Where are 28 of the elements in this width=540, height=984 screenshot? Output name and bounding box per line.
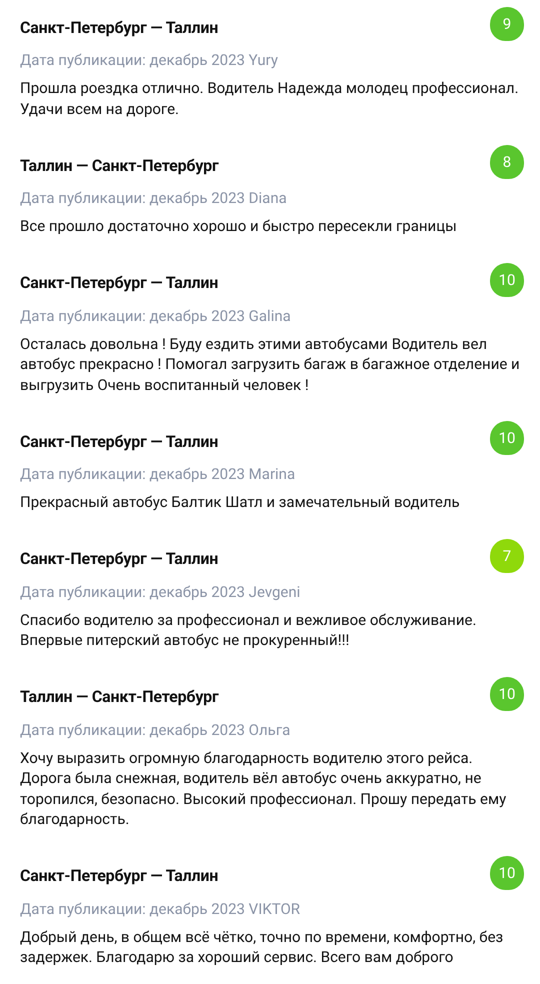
route-title: Санкт-Петербург — Таллин <box>20 432 218 450</box>
review-text: Прошла роездка отлично. Водитель Надежда молодец профессионал. Удачи всем на дороге. <box>20 78 520 119</box>
route-title: Санкт-Петербург — Таллин <box>20 273 218 292</box>
publication-info: Дата публикации: декабрь 2023 Marina <box>20 464 296 484</box>
rating-badge: 9 <box>490 7 524 41</box>
review-text: Хочу выразить огромную благодарность водителю этого рейса. Дорога была снежная, водитель вёл автобус очень аккуратно, не торопился, безопасно. Высокий профессионал. Прошу передать ему благодарность. <box>20 748 508 830</box>
publication-info: Дата публикации: декабрь 2023 Diana <box>20 188 288 208</box>
route-title: Таллин — Санкт-Петербург <box>20 687 218 706</box>
rating-badge: 8 <box>490 145 524 179</box>
rating-badge: 10 <box>490 421 524 455</box>
rating-badge: 10 <box>490 856 524 890</box>
rating-badge: 7 <box>490 538 524 572</box>
rating-badge: 10 <box>490 676 524 710</box>
review-text: Добрый день, в общем всё чётко, точно по времени, комфортно, без задержек. Благодарю за хороший сервис. Всего вам доброго <box>20 926 504 968</box>
review-text: Прекрасный автобус Балтик Шатл и замечательный водитель <box>20 492 461 512</box>
route-title: Санкт-Петербург — Таллин <box>20 866 218 885</box>
review-text: Спасибо водителю за профессионал и вежливое обслуживание. Впервые питерский автобус не прокуренный!!! <box>20 610 478 650</box>
publication-info: Дата публикации: декабрь 2023 Ольга <box>20 720 292 740</box>
publication-info: Дата публикации: декабрь 2023 VIKTOR <box>20 898 302 918</box>
route-title: Таллин — Санкт-Петербург <box>20 156 218 174</box>
review-text: Осталась довольна ! Буду ездить этими автобусами Водитель вел автобус прекрасно ! Помогал загрузить багаж в багажное отделение и выгрузить Очень воспитанный человек ! <box>20 334 521 395</box>
route-title: Санкт-Петербург — Таллин <box>20 18 218 36</box>
rating-badge: 10 <box>490 262 524 296</box>
route-title: Санкт-Петербург — Таллин <box>20 549 218 568</box>
publication-info: Дата публикации: декабрь 2023 Yury <box>20 50 279 70</box>
publication-info: Дата публикации: декабрь 2023 Jevgeni <box>20 582 302 602</box>
publication-info: Дата публикации: декабрь 2023 Galina <box>20 306 292 326</box>
review-text: Все прошло достаточно хорошо и быстро пересекли границы <box>20 216 458 236</box>
